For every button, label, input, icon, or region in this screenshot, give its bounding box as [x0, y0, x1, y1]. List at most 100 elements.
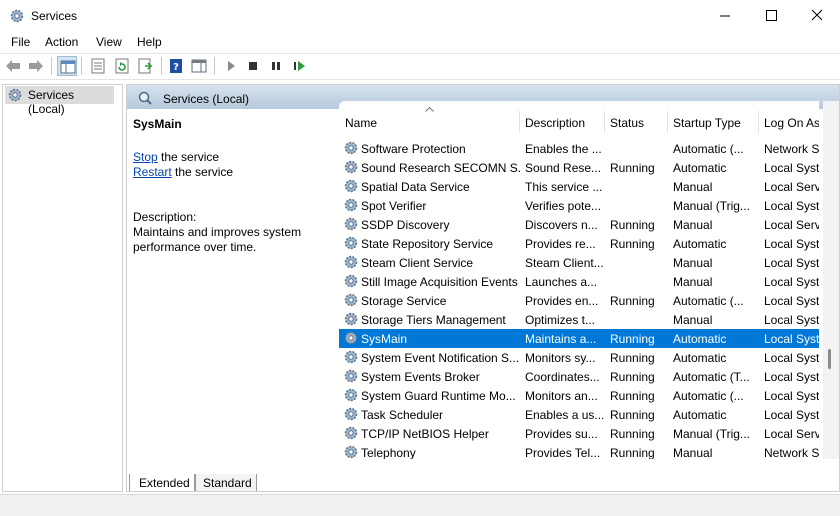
minimize-button[interactable] [702, 0, 748, 32]
restart-button[interactable] [289, 56, 309, 76]
gear-icon [344, 350, 358, 364]
toolbar-separator [161, 57, 162, 75]
service-description-cell: Optimizes t... [525, 313, 596, 327]
service-log-on-as: Local Syste... [764, 161, 819, 175]
close-icon [811, 9, 823, 21]
service-status: Running [610, 294, 655, 308]
menu-help[interactable]: Help [137, 35, 162, 49]
table-row[interactable]: Telephony Provides Tel... Running Manual Net… [339, 443, 819, 459]
tab-extended[interactable]: Extended [129, 474, 195, 491]
back-button[interactable] [3, 56, 23, 76]
scrollbar-thumb[interactable] [828, 349, 831, 369]
service-name: Task Scheduler [361, 408, 444, 422]
service-description-cell: Monitors sy... [525, 351, 596, 365]
service-startup-type: Manual [673, 275, 713, 289]
menu-file[interactable]: File [11, 35, 30, 49]
service-name: Sound Research SECOMN S... [361, 161, 521, 175]
table-row[interactable]: State Repository Service Provides re... Ru… [339, 234, 819, 253]
service-log-on-as: Local Servi... [764, 180, 819, 194]
service-description-cell: Maintains a... [525, 332, 597, 346]
svg-text:?: ? [173, 62, 179, 73]
service-name: Telephony [361, 446, 416, 459]
table-row[interactable]: Still Image Acquisition Events Launches a… [339, 272, 819, 291]
menu-view[interactable]: View [96, 35, 122, 49]
column-header-status[interactable]: Status [604, 101, 667, 139]
show-action-pane-icon [191, 59, 207, 73]
start-icon [228, 61, 235, 71]
table-row[interactable]: SSDP Discovery Discovers n... Running Manua… [339, 215, 819, 234]
service-startup-type: Automatic (... [673, 389, 744, 403]
selected-service-name: SysMain [133, 117, 182, 131]
view-tabs: Extended Standard [127, 471, 839, 491]
column-header-log-on-as[interactable]: Log On As [758, 101, 819, 139]
export-list-button[interactable] [136, 56, 156, 76]
service-status: Running [610, 237, 655, 251]
services-list: Name Description Status Startup Type Log… [339, 101, 819, 459]
service-startup-type: Manual [673, 180, 713, 194]
gear-icon [344, 388, 358, 402]
help-button[interactable]: ? [166, 56, 186, 76]
stop-service-suffix: the service [157, 150, 220, 164]
gear-icon [344, 141, 358, 155]
toolbar-divider [0, 79, 840, 80]
service-startup-type: Manual [673, 446, 713, 459]
gear-icon [344, 179, 358, 193]
stop-service-link[interactable]: Stop [133, 150, 158, 164]
gear-icon [344, 198, 358, 212]
back-icon [6, 60, 20, 72]
column-header-description[interactable]: Description [519, 101, 604, 139]
toolbar-separator [214, 57, 215, 75]
start-button[interactable] [221, 56, 241, 76]
gear-icon [8, 88, 22, 102]
service-name: Still Image Acquisition Events [361, 275, 518, 289]
forward-button[interactable] [26, 56, 46, 76]
service-startup-type: Automatic [673, 351, 727, 365]
close-button[interactable] [794, 0, 840, 32]
restart-service-link[interactable]: Restart [133, 165, 172, 179]
service-description-cell: Provides su... [525, 427, 598, 441]
table-row[interactable]: Steam Client Service Steam Client... Manua… [339, 253, 819, 272]
table-row[interactable]: TCP/IP NetBIOS Helper Provides su... Runni… [339, 424, 819, 443]
table-row[interactable]: Storage Tiers Management Optimizes t... Ma… [339, 310, 819, 329]
stop-button[interactable] [243, 56, 263, 76]
properties-button[interactable] [88, 56, 108, 76]
table-row[interactable]: System Event Notification S... Monitors s… [339, 348, 819, 367]
service-startup-type: Manual (Trig... [673, 427, 750, 441]
menu-action[interactable]: Action [45, 35, 78, 49]
table-row[interactable]: Software Protection Enables the ... Automa… [339, 139, 819, 158]
table-row[interactable]: Spatial Data Service This service ... Manu… [339, 177, 819, 196]
service-log-on-as: Local Syste... [764, 313, 819, 327]
forward-icon [29, 60, 43, 72]
service-status: Running [610, 218, 655, 232]
console-tree: Services (Local) [2, 84, 123, 492]
tab-standard[interactable]: Standard [195, 474, 257, 491]
window-title: Services [31, 9, 78, 23]
service-description-cell: Provides en... [525, 294, 599, 308]
service-log-on-as: Local Servi... [764, 427, 819, 441]
refresh-button[interactable] [112, 56, 132, 76]
service-log-on-as: Local Syste... [764, 237, 819, 251]
table-row[interactable]: SysMain Maintains a... Running Automatic Loc… [339, 329, 819, 348]
maximize-button[interactable] [748, 0, 794, 32]
table-row[interactable]: Task Scheduler Enables a us... Running Auto… [339, 405, 819, 424]
table-row[interactable]: System Guard Runtime Mo... Monitors an...… [339, 386, 819, 405]
column-header-name[interactable]: Name [339, 101, 519, 139]
description-label: Description: [133, 210, 197, 224]
service-log-on-as: Local Syste... [764, 408, 819, 422]
toolbar-separator [51, 57, 52, 75]
tree-item-services-local[interactable]: Services (Local) [5, 86, 114, 116]
table-row[interactable]: Storage Service Provides en... Running Auto… [339, 291, 819, 310]
show-hide-tree-button[interactable] [57, 56, 77, 76]
service-log-on-as: Local Syste... [764, 199, 819, 213]
title-bar: Services [0, 0, 840, 32]
service-log-on-as: Local Syste... [764, 351, 819, 365]
minimize-icon [720, 15, 730, 17]
column-header-startup-type[interactable]: Startup Type [667, 101, 758, 139]
vertical-scrollbar[interactable] [823, 101, 839, 459]
table-row[interactable]: System Events Broker Coordinates... Runnin… [339, 367, 819, 386]
service-description-cell: Verifies pote... [525, 199, 602, 213]
pause-button[interactable] [266, 56, 286, 76]
table-row[interactable]: Spot Verifier Verifies pote... Manual (Tri… [339, 196, 819, 215]
table-row[interactable]: Sound Research SECOMN S... Sound Rese... R… [339, 158, 819, 177]
show-action-pane-button[interactable] [189, 56, 209, 76]
